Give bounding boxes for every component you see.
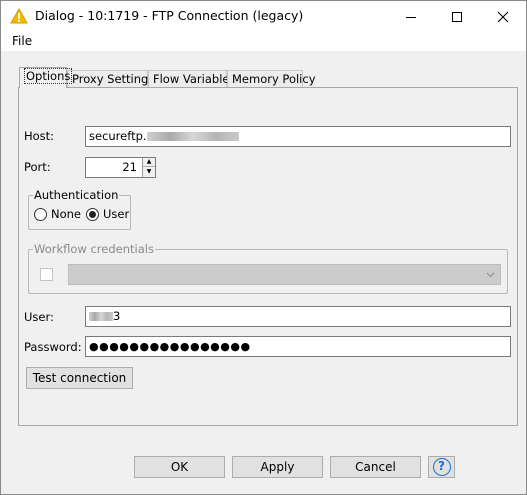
user-label: User: (24, 310, 54, 324)
menu-bar: File (1, 32, 526, 51)
warning-triangle-icon (10, 8, 28, 24)
password-label: Password: (24, 340, 82, 354)
workflow-credentials-legend: Workflow credentials (33, 242, 155, 256)
spin-down-icon[interactable]: ▼ (143, 167, 155, 176)
window-title: Dialog - 10:1719 - FTP Connection (legac… (35, 8, 304, 23)
redacted-user (89, 312, 113, 321)
workflow-credentials-checkbox[interactable] (40, 268, 53, 281)
password-value: ●●●●●●●●●●●●●●●● (89, 340, 251, 353)
tab-proxy-settings[interactable]: Proxy Settings (67, 70, 154, 88)
auth-user-label: User (103, 207, 130, 221)
redacted-host (146, 132, 239, 141)
help-button[interactable]: ? (428, 456, 455, 478)
maximize-button[interactable] (434, 1, 480, 32)
port-label: Port: (24, 160, 51, 174)
password-input[interactable]: ●●●●●●●●●●●●●●●● (85, 336, 511, 357)
tab-options[interactable]: Options (19, 67, 73, 88)
host-label: Host: (24, 129, 55, 143)
close-button[interactable] (480, 1, 526, 32)
user-input[interactable]: 3 (85, 306, 511, 327)
menu-file[interactable]: File (12, 34, 32, 48)
title-bar[interactable]: Dialog - 10:1719 - FTP Connection (legac… (1, 1, 526, 32)
auth-none-label: None (51, 207, 82, 221)
auth-user-radio[interactable] (86, 208, 99, 221)
port-spinner-buttons[interactable]: ▲ ▼ (142, 158, 155, 177)
apply-button[interactable]: Apply (232, 456, 323, 478)
port-spinner[interactable]: 21 ▲ ▼ (85, 157, 156, 178)
authentication-group: Authentication None User (28, 188, 131, 230)
cancel-button[interactable]: Cancel (330, 456, 421, 478)
host-value: secureftp. (89, 129, 147, 143)
options-panel: Host: secureftp. Port: 21 ▲ ▼ Authentica… (18, 87, 518, 426)
workflow-credentials-select[interactable] (68, 264, 501, 285)
tab-flow-variables[interactable]: Flow Variables (148, 70, 235, 88)
tab-memory-policy[interactable]: Memory Policy (227, 70, 316, 88)
spin-up-icon[interactable]: ▲ (143, 158, 155, 167)
minimize-button[interactable] (388, 1, 434, 32)
maximize-icon (452, 11, 462, 22)
user-value: 3 (113, 309, 121, 323)
close-icon (497, 11, 509, 22)
chevron-down-icon (486, 272, 495, 278)
minimize-icon (406, 16, 416, 18)
tab-options-label: Options (24, 68, 73, 84)
auth-none-radio[interactable] (34, 208, 47, 221)
test-connection-button[interactable]: Test connection (26, 367, 133, 389)
ok-button[interactable]: OK (134, 456, 225, 478)
workflow-credentials-group: Workflow credentials (28, 242, 508, 294)
dialog-window: Dialog - 10:1719 - FTP Connection (legac… (0, 0, 527, 495)
port-value: 21 (122, 160, 137, 174)
host-input[interactable]: secureftp. (85, 126, 511, 147)
authentication-legend: Authentication (33, 188, 120, 202)
help-icon: ? (432, 458, 451, 476)
